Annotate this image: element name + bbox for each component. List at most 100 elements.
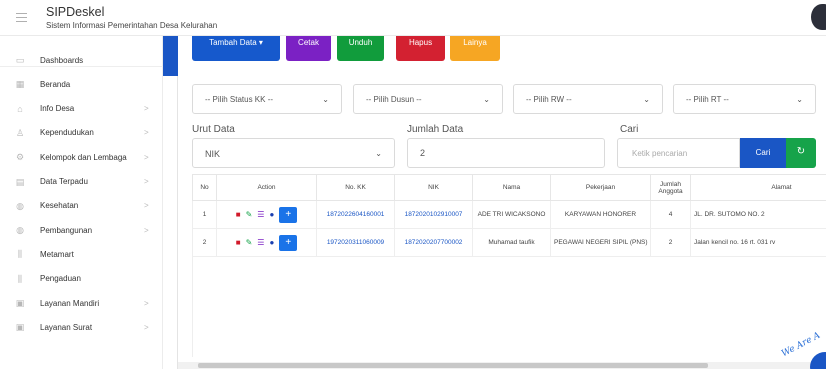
jumlah-data-input[interactable]: 2 [407,138,605,168]
monitor-icon: ▭ [15,55,25,65]
sidebar-item-label: Pembangunan [40,225,93,235]
page-header-accent [163,36,178,76]
rt-value: -- Pilih RT -- [686,95,729,104]
list-icon[interactable]: ☰ [257,210,264,219]
dusun-select[interactable]: -- Pilih Dusun -- ⌄ [353,84,503,114]
table-row[interactable]: 1 ■ ✎ ☰ ● +1872022604160001 1872020102910007 AD… [192,200,826,229]
add-member-button[interactable]: + [279,234,298,251]
urut-data-value: NIK [205,149,221,159]
table-empty-space [192,256,826,357]
scrollbar-thumb[interactable] [198,363,708,368]
building-icon: ⌂ [17,103,23,114]
cari-button[interactable]: Cari [740,138,786,168]
cell-action: ■ ✎ ☰ ● + [216,228,317,257]
sidebar-item-kependudukan[interactable]: ♙ Kependudukan > [0,121,163,145]
cell-pekerjaan: PEGAWAI NEGERI SIPIL (PNS) [550,228,651,257]
chevron-right-icon: > [144,128,149,138]
col-header-alamat[interactable]: Alamat [690,174,826,201]
data-table-wrap: No Action No. KK NIK Nama Pekerjaan Juml… [192,174,826,369]
chevron-right-icon: > [144,322,149,332]
rt-select[interactable]: -- Pilih RT -- ⌄ [673,84,816,114]
cell-jumlah-anggota: 4 [650,200,691,229]
cell-pekerjaan: KARYAWAN HONORER [550,200,651,229]
user-icon: ♙ [15,127,25,138]
sidebar-item-label: Info Desa [40,104,75,114]
col-header-nik[interactable]: NIK [394,174,473,201]
sidebar-divider [0,66,163,67]
table-row[interactable]: 2 ■ ✎ ☰ ● +1972020311060009 1872020207700002 Mu… [192,228,826,257]
horizontal-scrollbar[interactable] [178,362,826,369]
map-pin-icon[interactable]: ● [269,238,274,247]
sidebar-item-label: Layanan Surat [40,322,93,332]
trash-icon[interactable]: ■ [236,238,241,247]
map-pin-icon[interactable]: ● [269,210,274,219]
group-icon: ⚙ [15,152,25,163]
sidebar-item-kelompok-dan-lembaga[interactable]: ⚙ Kelompok dan Lembaga > [0,145,163,169]
edit-icon[interactable]: ✎ [246,238,253,247]
watermark-logo: We Are A [774,330,826,369]
user-avatar[interactable] [811,4,826,30]
chevron-right-icon: > [144,298,149,308]
sidebar-item-pengaduan[interactable]: ⫼ Pengaduan [0,267,163,291]
col-header-pekerjaan[interactable]: Pekerjaan [550,174,651,201]
chevron-down-icon: ⌄ [643,95,650,104]
cell-nik[interactable]: 1872020102910007 [394,200,473,229]
rw-select[interactable]: -- Pilih RW -- ⌄ [513,84,663,114]
jumlah-data-label: Jumlah Data [407,124,464,135]
app-subtitle: Sistem Informasi Pemerintahan Desa Kelur… [46,21,218,30]
top-header: SIPDeskel Sistem Informasi Pemerintahan … [0,0,826,36]
app-root: SIPDeskel Sistem Informasi Pemerintahan … [0,0,826,369]
dusun-value: -- Pilih Dusun -- [366,95,422,104]
sidebar-item-label: Metamart [40,249,74,259]
data-table: No Action No. KK NIK Nama Pekerjaan Juml… [192,174,826,357]
cell-nik[interactable]: 1872020207700002 [394,228,473,257]
cell-action: ■ ✎ ☰ ● + [216,200,317,229]
list-icon[interactable]: ☰ [257,238,264,247]
refresh-icon[interactable]: ↻ [786,138,816,168]
sidebar-item-label: Layanan Mandiri [40,298,100,308]
sidebar-item-label: Dashboards [40,55,84,65]
col-header-action: Action [216,174,317,201]
cell-no: 1 [192,200,217,229]
col-header-nama[interactable]: Nama [472,174,551,201]
col-header-jumlah-anggota[interactable]: Jumlah Anggota [650,174,691,201]
col-header-no-kk[interactable]: No. KK [316,174,395,201]
sidebar-item-label: Kependudukan [40,128,94,138]
trash-icon[interactable]: ■ [236,210,241,219]
chevron-right-icon: > [144,177,149,186]
cell-alamat: Jalan kencil no. 16 rt. 031 rv [690,228,826,257]
sidebar-item-beranda[interactable]: ▦ Beranda [0,72,163,96]
sidebar-item-data-terpadu[interactable]: ▤ Data Terpadu > [0,170,163,194]
chevron-down-icon: ⌄ [375,149,382,158]
chevron-right-icon: > [144,201,149,211]
add-member-button[interactable]: + [279,206,298,223]
sidebar-item-kesehatan[interactable]: ◍ Kesehatan > [0,194,163,218]
sidebar: ▭ Dashboards ▦ Beranda ⌂ Info Desa > ♙ Kependudu… [0,36,163,369]
menu-toggle-icon[interactable] [16,13,27,22]
sidebar-item-layanan-surat[interactable]: ▣ Layanan Surat > [0,315,163,339]
grid-icon: ▦ [15,79,25,90]
cell-no-kk[interactable]: 1872022604160001 [316,200,395,229]
search-input[interactable]: Ketik pencarian [617,138,740,168]
bar-icon: ⫼ [17,249,23,260]
app-title: SIPDeskel [46,5,105,19]
cell-no-kk[interactable]: 1972020311060009 [316,228,395,257]
chevron-down-icon: ⌄ [322,95,329,104]
edit-icon[interactable]: ✎ [246,210,253,219]
sidebar-item-info-desa[interactable]: ⌂ Info Desa > [0,97,163,121]
cell-nama: Muhamad taufik [472,228,551,257]
sidebar-item-label: Kesehatan [40,201,79,211]
bar-icon: ⫼ [17,273,23,284]
sidebar-item-label: Data Terpadu [40,177,88,186]
col-header-no[interactable]: No [192,174,217,201]
chevron-right-icon: > [144,104,149,114]
sidebar-item-pembangunan[interactable]: ◍ Pembangunan > [0,218,163,242]
sidebar-item-dashboards[interactable]: ▭ Dashboards [0,48,163,72]
doc-icon: ▣ [15,322,25,333]
cari-label: Cari [620,124,639,135]
sidebar-item-layanan-mandiri[interactable]: ▣ Layanan Mandiri > [0,291,163,315]
doc-icon: ▣ [15,298,25,308]
status-kk-select[interactable]: -- Pilih Status KK -- ⌄ [192,84,342,114]
sidebar-item-metamart[interactable]: ⫼ Metamart [0,242,163,266]
urut-data-select[interactable]: NIK ⌄ [192,138,395,168]
